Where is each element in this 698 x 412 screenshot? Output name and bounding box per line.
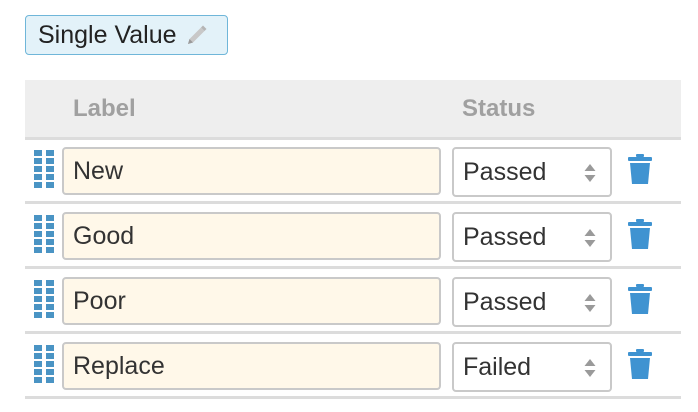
trash-icon[interactable] [628, 219, 652, 249]
table-row: Passed [25, 140, 681, 204]
drag-handle-icon[interactable] [34, 280, 54, 320]
trash-icon[interactable] [628, 284, 652, 314]
status-value: Failed [463, 352, 532, 381]
select-arrows-icon [584, 294, 596, 312]
pencil-icon[interactable] [185, 23, 209, 47]
trash-icon[interactable] [628, 349, 652, 379]
drag-handle-icon[interactable] [34, 215, 54, 255]
label-column-header: Label [73, 95, 136, 122]
label-input[interactable] [62, 212, 441, 260]
table-row: Failed [25, 335, 681, 399]
status-value: Passed [463, 222, 547, 251]
value-set-editor: Single Value Label Status Passed [0, 0, 698, 412]
status-select[interactable]: Passed [452, 212, 612, 262]
status-column-header: Status [462, 95, 536, 122]
add-row-icon-partial [25, 405, 681, 412]
status-select[interactable]: Failed [452, 342, 612, 392]
table-row: Passed [25, 270, 681, 334]
select-arrows-icon [584, 359, 596, 377]
select-arrows-icon [584, 164, 596, 182]
table-header: Label Status [25, 80, 681, 140]
status-value: Passed [463, 287, 547, 316]
label-input[interactable] [62, 342, 441, 390]
drag-handle-icon[interactable] [34, 345, 54, 385]
status-select[interactable]: Passed [452, 147, 612, 197]
select-arrows-icon [584, 229, 596, 247]
status-value: Passed [463, 157, 547, 186]
trash-icon[interactable] [628, 154, 652, 184]
drag-handle-icon[interactable] [34, 150, 54, 190]
label-input[interactable] [62, 147, 441, 195]
value-type-label: Single Value [38, 20, 177, 49]
status-select[interactable]: Passed [452, 277, 612, 327]
table-row: Passed [25, 205, 681, 269]
value-type-chip[interactable]: Single Value [25, 15, 228, 55]
label-input[interactable] [62, 277, 441, 325]
